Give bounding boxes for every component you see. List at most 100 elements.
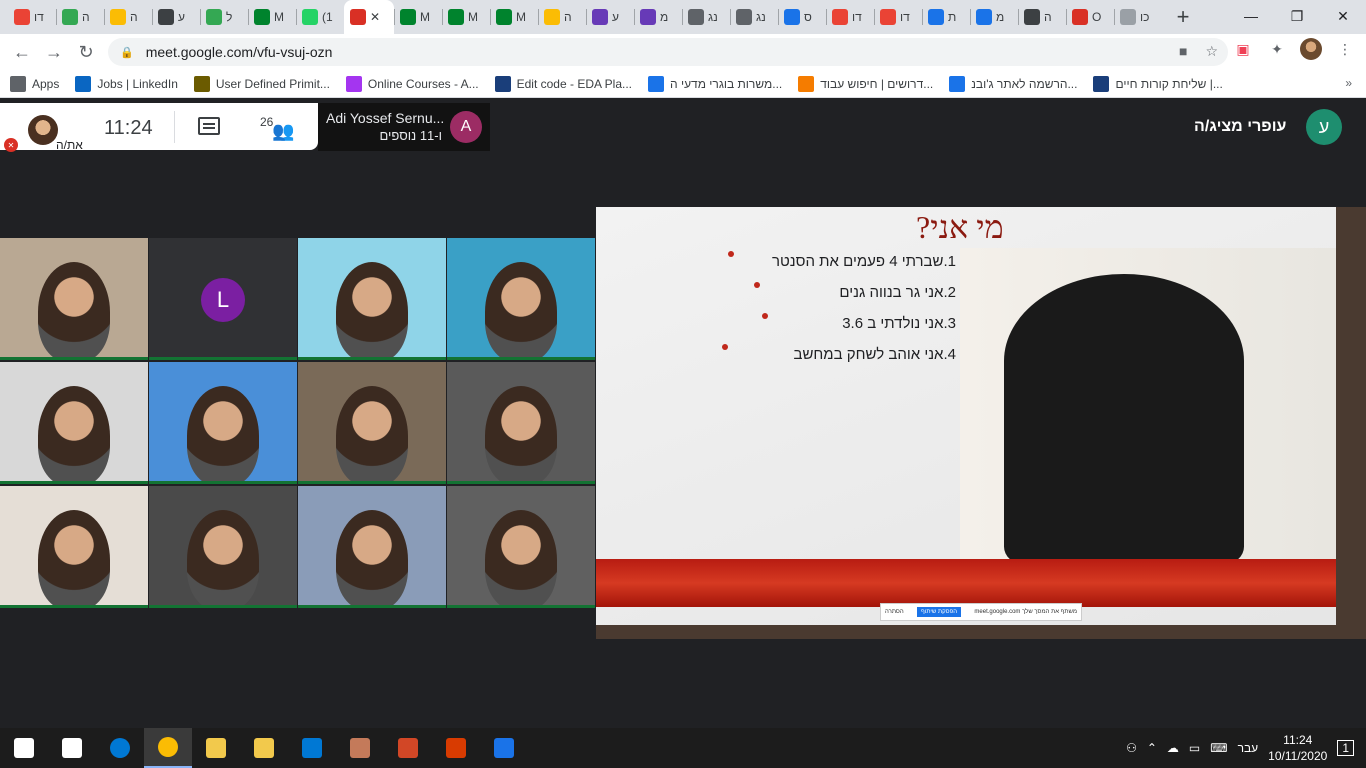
taskbar-clock[interactable]: 11:24 10/11/2020 <box>1268 732 1327 764</box>
tab-title: דו <box>900 10 910 24</box>
browser-tab[interactable]: ס <box>778 0 826 34</box>
window-controls: — ❐ ✕ <box>1228 0 1366 32</box>
notifications-icon[interactable]: 1 <box>1337 740 1354 756</box>
forward-icon[interactable]: → <box>38 36 70 68</box>
new-tab-button[interactable]: + <box>1166 0 1200 34</box>
tab-title: ת <box>948 10 957 24</box>
tab-title: M <box>516 10 526 24</box>
participant-tile[interactable] <box>298 238 446 360</box>
browser-tab[interactable]: ת <box>922 0 970 34</box>
people-icon[interactable]: 👥 <box>272 121 294 142</box>
reload-icon[interactable]: ↻ <box>70 36 102 68</box>
browser-tab[interactable]: ע <box>152 0 200 34</box>
participant-tile[interactable] <box>298 486 446 608</box>
restore-icon[interactable]: ❐ <box>1274 0 1320 32</box>
participant-tile[interactable] <box>447 486 595 608</box>
network-icon[interactable]: ▭ <box>1189 741 1200 755</box>
browser-tab[interactable]: M <box>248 0 296 34</box>
participant-video <box>485 262 557 357</box>
onedrive-icon[interactable]: ☁ <box>1167 741 1179 755</box>
browser-tab[interactable]: נג <box>730 0 778 34</box>
tab-title: (1 <box>322 10 333 24</box>
keyboard-icon[interactable]: ⌨ <box>1210 741 1227 755</box>
participant-tile[interactable] <box>298 362 446 484</box>
task-view-icon[interactable] <box>48 728 96 768</box>
people-tray-icon[interactable]: ⚇ <box>1126 741 1137 755</box>
bookmark-item[interactable]: משרות בוגרי מדעי ה... <box>648 75 782 92</box>
pocket-icon[interactable]: ▣ <box>1232 38 1254 60</box>
share-hide-button[interactable]: הסתרה <box>885 609 904 615</box>
minimize-icon[interactable]: — <box>1228 0 1274 32</box>
browser-tab[interactable]: (1 <box>296 0 344 34</box>
participant-tile[interactable] <box>0 238 148 360</box>
browser-tab[interactable]: M <box>442 0 490 34</box>
forms-icon <box>640 9 656 25</box>
participant-tile[interactable] <box>149 362 297 484</box>
browser-tab[interactable]: ה <box>1018 0 1066 34</box>
browser-tab[interactable]: נג <box>682 0 730 34</box>
browser-tab[interactable]: M <box>490 0 538 34</box>
chat-icon[interactable] <box>198 117 220 135</box>
share-text: meet.google.com משתף את המסך שלך <box>974 609 1077 615</box>
participant-video <box>187 510 259 605</box>
powerpoint-icon[interactable] <box>384 728 432 768</box>
address-bar[interactable]: 🔒 meet.google.com/vfu-vsuj-ozn ■ ☆ <box>108 38 1228 66</box>
office-icon[interactable] <box>432 728 480 768</box>
participant-tile[interactable] <box>0 486 148 608</box>
mail-icon[interactable] <box>288 728 336 768</box>
browser-tab[interactable]: מ <box>970 0 1018 34</box>
bookmark-item[interactable]: שליחת קורות חיים |... <box>1093 75 1223 92</box>
self-label: את/ה <box>56 138 83 152</box>
bookmark-item[interactable]: Apps <box>10 75 59 92</box>
participant-tile[interactable]: L <box>149 238 297 360</box>
browser-tab[interactable]: מ <box>634 0 682 34</box>
bookmark-item[interactable]: Jobs | LinkedIn <box>75 75 178 92</box>
star-icon[interactable]: ☆ <box>1205 43 1218 60</box>
browser-tab[interactable]: ✕ <box>344 0 394 34</box>
whatsapp-icon <box>302 9 318 25</box>
menu-icon[interactable]: ⋮ <box>1334 38 1356 60</box>
chrome-icon[interactable] <box>144 728 192 768</box>
language-indicator[interactable]: עבר <box>1238 741 1259 755</box>
meet-icon <box>400 9 416 25</box>
profile-avatar[interactable] <box>1300 38 1322 60</box>
participant-tile[interactable] <box>0 362 148 484</box>
browser-tab[interactable]: O <box>1066 0 1114 34</box>
close-tab-icon[interactable]: ✕ <box>370 10 380 24</box>
windows-start-icon[interactable] <box>0 728 48 768</box>
browser-tab[interactable]: M <box>394 0 442 34</box>
puzzle-icon[interactable]: ✦ <box>1266 38 1288 60</box>
close-window-icon[interactable]: ✕ <box>1320 0 1366 32</box>
bookmark-item[interactable]: הרשמה לאתר ג'ובנ... <box>949 75 1077 92</box>
bookmark-item[interactable]: User Defined Primit... <box>193 75 330 92</box>
browser-tab[interactable]: ה <box>56 0 104 34</box>
edge-icon[interactable] <box>96 728 144 768</box>
participant-tile[interactable] <box>447 238 595 360</box>
browser-tab[interactable]: דו <box>8 0 56 34</box>
browser-tab[interactable]: דו <box>874 0 922 34</box>
browser-tab[interactable]: ל <box>200 0 248 34</box>
browser-tab[interactable]: ע <box>586 0 634 34</box>
store-icon[interactable] <box>192 728 240 768</box>
participant-grid: L <box>0 238 596 610</box>
share-stop-button[interactable]: הפסקת שיתוף <box>917 607 962 617</box>
camera-icon[interactable]: ■ <box>1179 43 1187 60</box>
back-icon[interactable]: ← <box>6 36 38 68</box>
browser-tab[interactable]: ה <box>538 0 586 34</box>
contacts-icon <box>158 9 174 25</box>
browser-tab[interactable]: דו <box>826 0 874 34</box>
browser-tab[interactable]: ה <box>104 0 152 34</box>
tab-title: ס <box>804 10 812 24</box>
photos-icon[interactable] <box>480 728 528 768</box>
chevron-up-icon[interactable]: ⌃ <box>1147 741 1157 755</box>
participant-tile[interactable] <box>149 486 297 608</box>
participant-tile[interactable] <box>447 362 595 484</box>
bookmark-item[interactable]: Online Courses - A... <box>345 75 479 92</box>
bookmark-item[interactable]: Edit code - EDA Pla... <box>494 75 632 92</box>
bookmark-item[interactable]: דרושים | חיפוש עבוד... <box>798 75 933 92</box>
paint-icon[interactable] <box>336 728 384 768</box>
browser-tab[interactable]: כו <box>1114 0 1162 34</box>
explorer-icon[interactable] <box>240 728 288 768</box>
presenting-chip[interactable]: Adi Yossef Sernu... ו-11 נוספים A <box>318 103 490 151</box>
bookmarks-more-icon[interactable]: » <box>1345 76 1352 90</box>
